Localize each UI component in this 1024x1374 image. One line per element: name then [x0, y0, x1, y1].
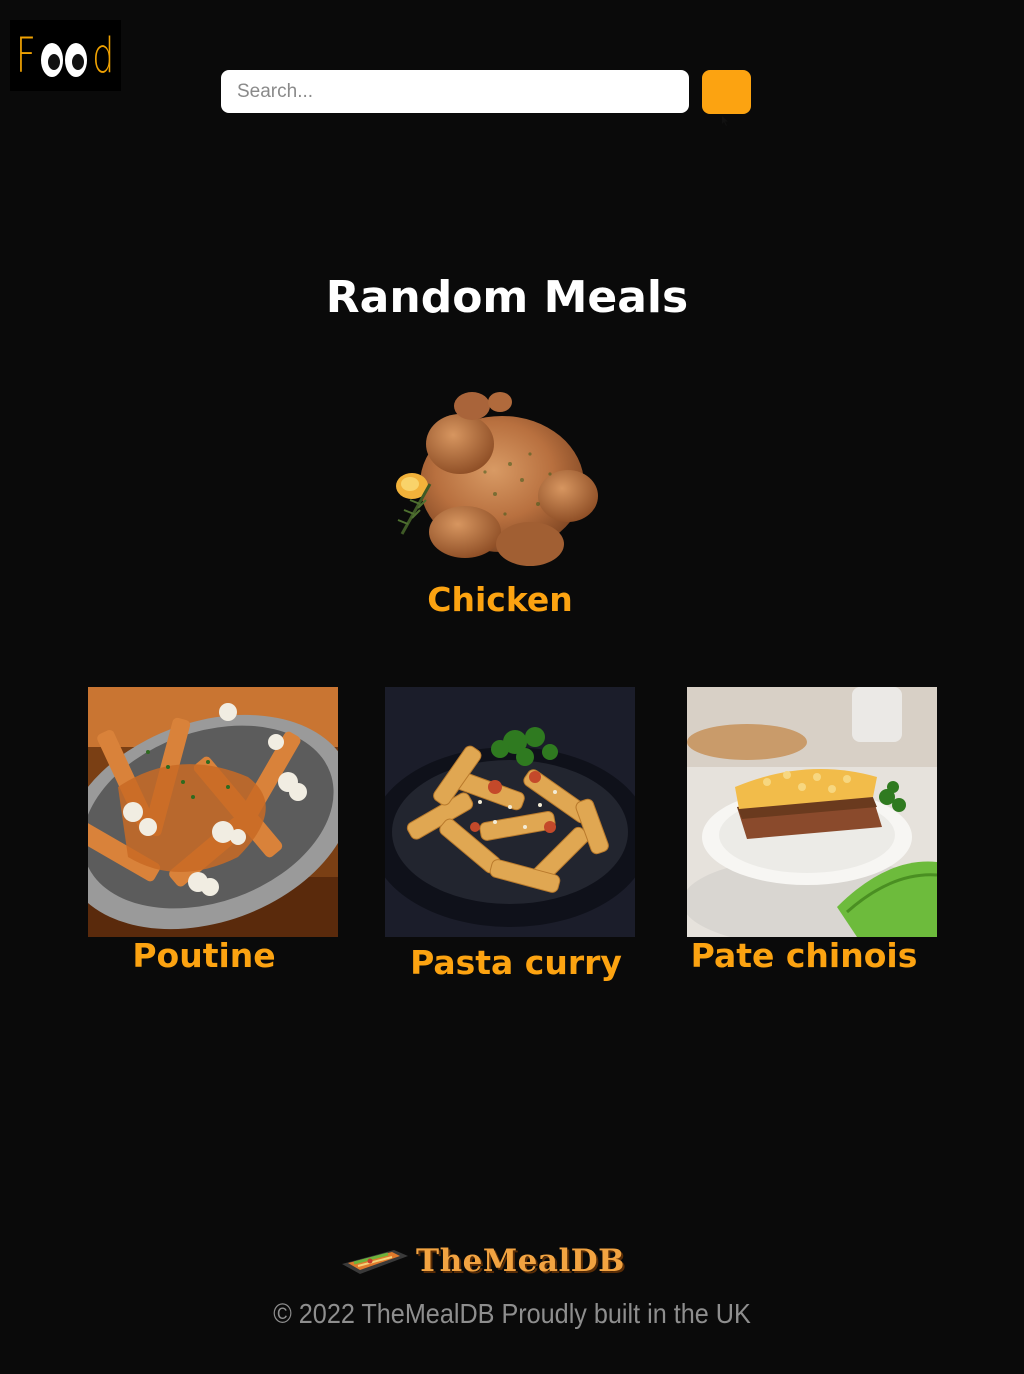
poutine-image[interactable] [88, 687, 338, 937]
meal-label-pasta-curry[interactable]: Pasta curry [385, 943, 647, 982]
search-button[interactable] [702, 70, 751, 126]
meal-tray-icon [342, 1250, 408, 1274]
search-input[interactable] [221, 70, 689, 113]
footer-logo[interactable]: TheMealDB [340, 1240, 640, 1282]
footer-copyright: © 2022 TheMealDB Proudly built in the UK [273, 1298, 751, 1329]
logo-letter-f: F [16, 27, 37, 84]
meal-label-pate-chinois[interactable]: Pate chinois [687, 936, 921, 975]
eye-icon [41, 42, 64, 77]
eye-icon [65, 42, 88, 77]
roast-chicken-image[interactable] [390, 384, 604, 570]
pate-chinois-image[interactable] [687, 687, 937, 937]
search-icon [722, 116, 728, 126]
meal-label-poutine[interactable]: Poutine [88, 936, 320, 975]
page-title: Random Meals [325, 272, 689, 323]
logo-wordmark: F d [12, 28, 118, 84]
site-logo[interactable]: F d [10, 20, 121, 91]
pasta-curry-image[interactable] [385, 687, 635, 937]
footer-brand: TheMealDB [416, 1243, 625, 1279]
featured-meal-label[interactable]: Chicken [390, 580, 610, 619]
logo-letter-d: d [92, 27, 115, 84]
